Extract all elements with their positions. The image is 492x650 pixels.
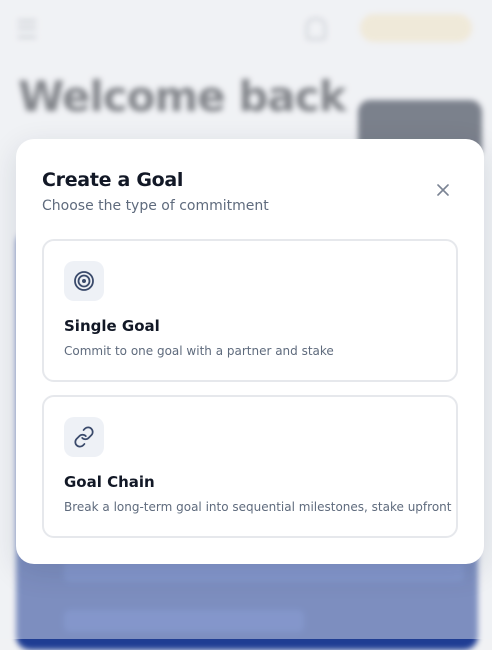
close-button[interactable]: [433, 180, 453, 200]
option-icon-box: [64, 261, 104, 301]
close-icon: [437, 184, 449, 196]
modal-title: Create a Goal: [42, 169, 184, 191]
modal-subtitle: Choose the type of commitment: [42, 198, 269, 214]
target-icon: [74, 271, 94, 291]
single-goal-option[interactable]: Single Goal Commit to one goal with a pa…: [42, 239, 458, 382]
option-title: Goal Chain: [64, 473, 155, 491]
create-goal-modal: Create a Goal Choose the type of commitm…: [16, 139, 484, 564]
option-description: Commit to one goal with a partner and st…: [64, 344, 334, 358]
link-icon: [74, 426, 94, 448]
option-icon-box: [64, 417, 104, 457]
option-title: Single Goal: [64, 317, 160, 335]
goal-chain-option[interactable]: Goal Chain Break a long-term goal into s…: [42, 395, 458, 538]
option-description: Break a long-term goal into sequential m…: [64, 500, 452, 514]
